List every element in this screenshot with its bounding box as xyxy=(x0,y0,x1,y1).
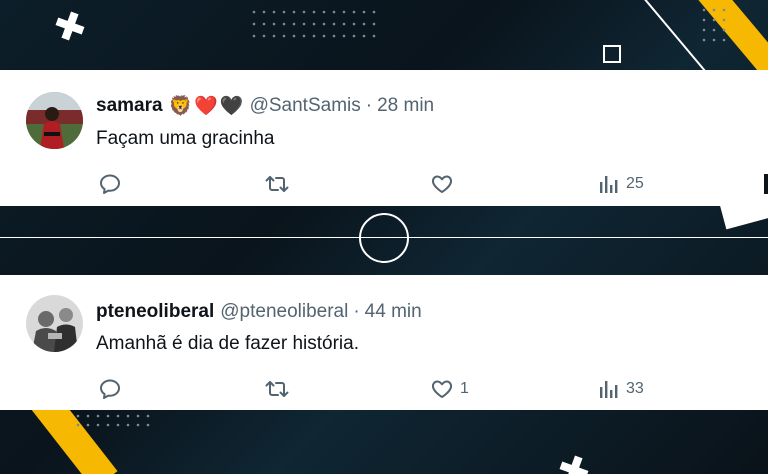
like-button[interactable] xyxy=(430,170,460,198)
share-icon-partial[interactable] xyxy=(764,174,768,194)
display-name[interactable]: samara xyxy=(96,95,163,117)
user-handle[interactable]: @SantSamis xyxy=(250,95,361,117)
tweet-timestamp[interactable]: 28 min xyxy=(377,95,434,117)
heart-icon xyxy=(431,380,453,398)
views-count: 33 xyxy=(626,380,644,397)
like-button[interactable]: 1 xyxy=(430,375,469,403)
display-name[interactable]: pteneoliberal xyxy=(96,301,214,323)
dot-grid-bottom xyxy=(76,414,150,427)
separator-dot: · xyxy=(353,301,360,322)
lion-emoji: 🦁 xyxy=(168,96,193,117)
separator-dot: · xyxy=(365,95,373,116)
tweet-card[interactable]: pteneoliberal @pteneoliberal · 44 min Am… xyxy=(0,275,768,410)
tweet-actions: 1 33 xyxy=(0,375,768,403)
views-button[interactable]: 25 xyxy=(598,170,644,198)
square-outline-shape xyxy=(603,45,621,63)
tweet-text: Façam uma gracinha xyxy=(96,128,275,149)
tweet-timestamp[interactable]: 44 min xyxy=(365,301,422,323)
retweet-icon xyxy=(265,176,289,192)
emoji-badges: 🦁 ❤️ 🖤 xyxy=(169,94,244,118)
retweet-button[interactable] xyxy=(264,170,290,198)
center-circle xyxy=(359,213,409,263)
views-chart-icon xyxy=(600,381,618,398)
reply-button[interactable] xyxy=(98,375,122,403)
user-handle[interactable]: @pteneoliberal xyxy=(220,301,348,323)
tweet-card[interactable]: samara 🦁 ❤️ 🖤 @SantSamis · 28 min Façam … xyxy=(0,70,768,206)
retweet-button[interactable] xyxy=(264,375,290,403)
dot-grid-top-right xyxy=(702,8,726,42)
tweet-header: pteneoliberal @pteneoliberal · 44 min xyxy=(96,301,422,323)
heart-icon xyxy=(431,175,453,193)
tweet-actions: 25 xyxy=(0,170,768,198)
avatar[interactable] xyxy=(26,92,83,149)
reply-button[interactable] xyxy=(98,170,122,198)
black-heart-emoji: 🖤 xyxy=(219,96,244,117)
reply-icon xyxy=(100,379,120,399)
retweet-icon xyxy=(265,381,289,397)
red-heart-emoji: ❤️ xyxy=(194,96,218,117)
avatar[interactable] xyxy=(26,295,83,352)
views-count: 25 xyxy=(626,175,644,192)
views-button[interactable]: 33 xyxy=(598,375,644,403)
reply-icon xyxy=(100,174,120,194)
like-count: 1 xyxy=(460,380,469,397)
tweet-text: Amanhã é dia de fazer história. xyxy=(96,333,359,354)
tweet-header: samara 🦁 ❤️ 🖤 @SantSamis · 28 min xyxy=(96,94,434,118)
views-chart-icon xyxy=(600,176,618,193)
dot-grid-top xyxy=(252,10,376,38)
